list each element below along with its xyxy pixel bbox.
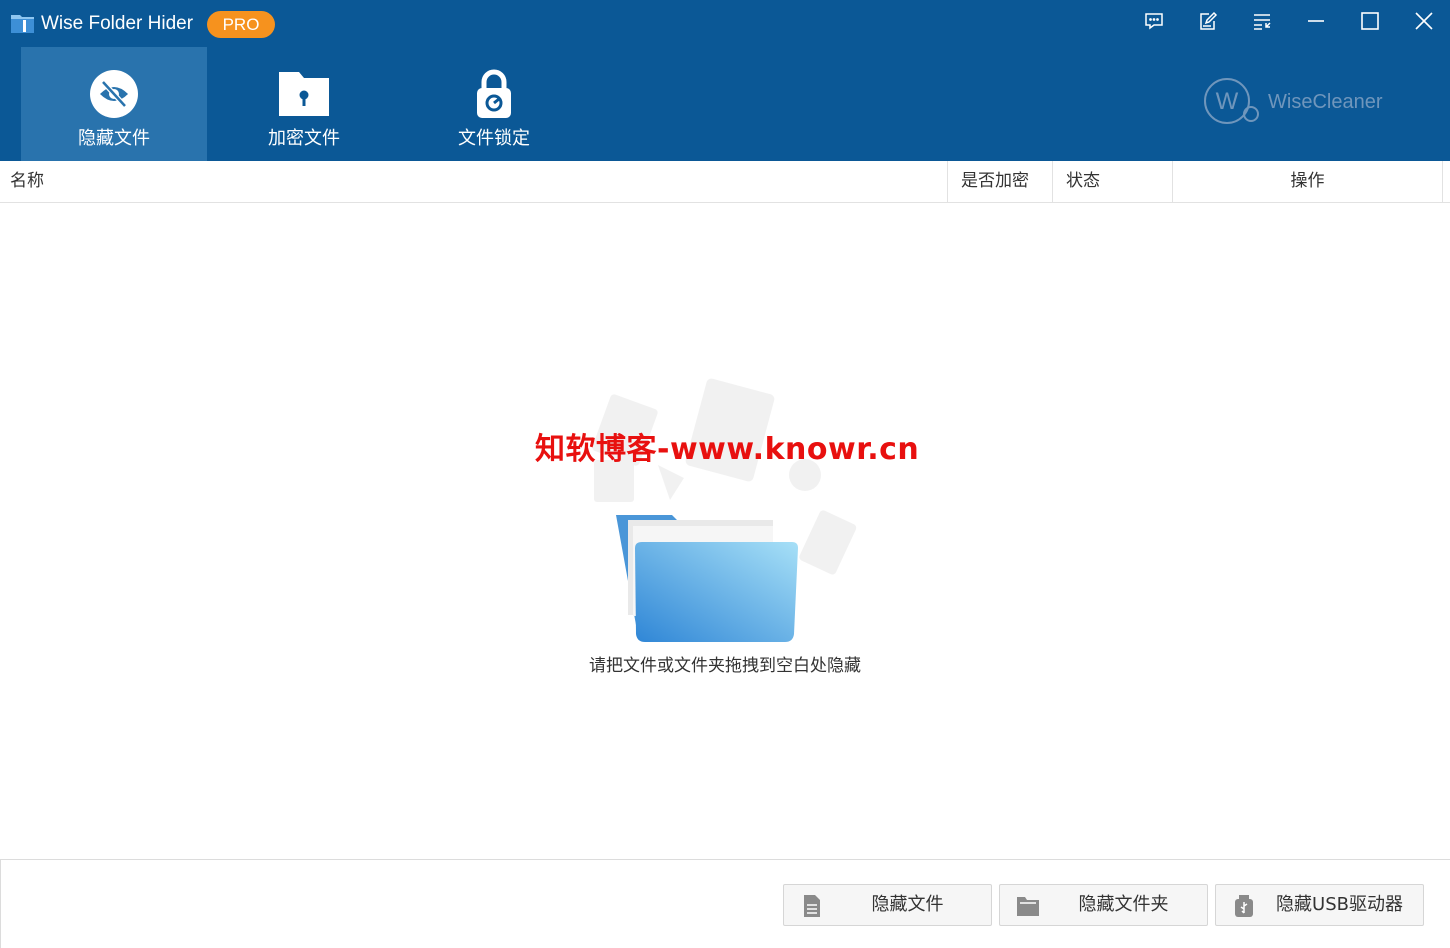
drop-hint: 请把文件或文件夹拖拽到空白处隐藏 bbox=[589, 656, 861, 676]
wisecleaner-logo-icon: W bbox=[1204, 78, 1259, 124]
eye-slash-icon bbox=[90, 70, 138, 118]
edit-button[interactable] bbox=[1191, 6, 1225, 36]
usb-drive-icon bbox=[1235, 895, 1253, 917]
column-encrypted[interactable]: 是否加密 bbox=[947, 161, 1052, 202]
button-label: 隐藏文件 bbox=[871, 894, 944, 915]
folder-icon bbox=[1017, 897, 1039, 916]
tab-encrypt-files[interactable]: 加密文件 bbox=[211, 47, 397, 161]
tab-hide-files[interactable]: 隐藏文件 bbox=[21, 47, 207, 161]
maximize-button[interactable] bbox=[1353, 6, 1387, 36]
edit-icon bbox=[1200, 11, 1218, 30]
brand-name: WiseCleaner bbox=[1268, 91, 1383, 113]
button-label: 隐藏文件夹 bbox=[1078, 894, 1169, 915]
close-icon bbox=[1415, 12, 1433, 30]
tab-label: 加密文件 bbox=[268, 128, 340, 149]
hide-file-button[interactable]: 隐藏文件 bbox=[783, 884, 992, 926]
folder-keyhole-icon bbox=[279, 72, 329, 116]
feedback-icon bbox=[1145, 13, 1163, 30]
hide-usb-drive-button[interactable]: 隐藏USB驱动器 bbox=[1215, 884, 1424, 926]
maximize-icon bbox=[1361, 12, 1379, 30]
minimize-icon bbox=[1308, 20, 1324, 22]
wisecleaner-brand[interactable]: W WiseCleaner bbox=[1203, 77, 1403, 127]
padlock-icon bbox=[477, 69, 511, 118]
svg-text:W: W bbox=[1216, 88, 1239, 115]
app-logo-icon bbox=[11, 15, 34, 33]
tab-file-lock[interactable]: 文件锁定 bbox=[401, 47, 587, 161]
file-table-header: 名称 是否加密 状态 操作 bbox=[0, 161, 1450, 203]
watermark-text: 知软博客-www.knowr.cn bbox=[535, 432, 920, 467]
pro-badge: PRO bbox=[207, 11, 275, 38]
close-button[interactable] bbox=[1407, 6, 1441, 36]
column-name[interactable]: 名称 bbox=[10, 161, 940, 202]
app-title: Wise Folder Hider bbox=[41, 13, 194, 34]
tab-label: 文件锁定 bbox=[458, 128, 530, 149]
hide-folder-button[interactable]: 隐藏文件夹 bbox=[999, 884, 1208, 926]
column-divider bbox=[1442, 161, 1443, 202]
tab-label: 隐藏文件 bbox=[78, 128, 150, 149]
column-action[interactable]: 操作 bbox=[1172, 161, 1442, 202]
document-icon bbox=[804, 895, 820, 917]
button-label: 隐藏USB驱动器 bbox=[1276, 894, 1403, 915]
menu-icon bbox=[1254, 14, 1271, 30]
empty-folder-illustration bbox=[592, 378, 857, 642]
feedback-button[interactable] bbox=[1137, 6, 1171, 36]
title-bar: Wise Folder Hider PRO 隐藏文件 加密文件 文件锁定 W W… bbox=[0, 0, 1450, 161]
menu-button[interactable] bbox=[1245, 6, 1279, 36]
column-status[interactable]: 状态 bbox=[1052, 161, 1172, 202]
minimize-button[interactable] bbox=[1299, 6, 1333, 36]
